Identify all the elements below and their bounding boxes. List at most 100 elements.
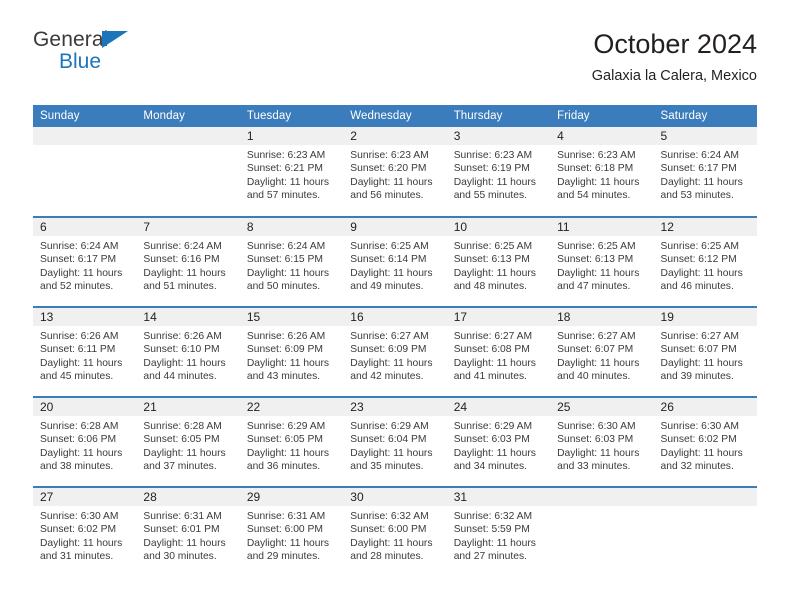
sunset-text: Sunset: 5:59 PM [453,524,530,536]
day-details: Sunrise: 6:23 AM Sunset: 6:21 PM Daylight:… [240,145,343,202]
day-details: Sunrise: 6:24 AM Sunset: 6:15 PM Daylight:… [240,236,343,293]
sunrise-text: Sunrise: 6:30 AM [557,421,636,432]
day-number: 23 [343,398,447,416]
calendar-day-cell[interactable]: 4 Sunrise: 6:23 AM Sunset: 6:18 PM Daylight… [550,127,654,217]
day-details: Sunrise: 6:24 AM Sunset: 6:17 PM Daylight:… [33,236,136,293]
day-number: 24 [446,398,551,416]
calendar-day-cell[interactable]: 26 Sunrise: 6:30 AM Sunset: 6:02 PM Dayligh… [653,396,757,487]
day-number: 19 [653,308,757,326]
day-details: Sunrise: 6:27 AM Sunset: 6:09 PM Daylight:… [343,326,446,383]
day-number: 2 [343,127,447,145]
calendar-day-cell[interactable]: 6 Sunrise: 6:24 AM Sunset: 6:17 PM Daylight… [33,216,137,307]
weekday-header-monday: Monday [136,105,240,127]
sunset-text: Sunset: 6:07 PM [660,344,737,356]
calendar-day-cell[interactable]: 7 Sunrise: 6:24 AM Sunset: 6:16 PM Daylight… [136,216,240,307]
daylight-text: Daylight: 11 hours and 34 minutes. [453,447,536,472]
daylight-text: Daylight: 11 hours and 39 minutes. [660,357,743,382]
day-details: Sunrise: 6:25 AM Sunset: 6:13 PM Daylight:… [447,236,550,293]
daylight-text: Daylight: 11 hours and 50 minutes. [246,267,330,292]
calendar-day-cell[interactable]: 5 Sunrise: 6:24 AM Sunset: 6:17 PM Daylight… [653,127,757,217]
calendar-day-cell[interactable]: 28 Sunrise: 6:31 AM Sunset: 6:01 PM Dayligh… [136,486,240,577]
calendar-day-cell-empty [33,127,137,217]
sunset-text: Sunset: 6:19 PM [453,163,530,175]
calendar-day-cell[interactable]: 2 Sunrise: 6:23 AM Sunset: 6:20 PM Daylight… [343,127,447,217]
calendar-day-cell[interactable]: 10 Sunrise: 6:25 AM Sunset: 6:13 PM Dayligh… [446,216,551,307]
daylight-text: Daylight: 11 hours and 28 minutes. [350,537,433,562]
sunset-text: Sunset: 6:03 PM [453,434,530,446]
sunrise-text: Sunrise: 6:26 AM [143,331,222,342]
sunset-text: Sunset: 6:07 PM [557,344,634,356]
day-details: Sunrise: 6:27 AM Sunset: 6:07 PM Daylight:… [550,326,653,383]
sunrise-text: Sunrise: 6:32 AM [350,511,429,522]
day-number: 4 [550,127,654,145]
day-number: 17 [446,308,551,326]
sunset-text: Sunset: 6:05 PM [246,434,323,446]
calendar-day-cell[interactable]: 24 Sunrise: 6:29 AM Sunset: 6:03 PM Dayligh… [446,396,551,487]
sunset-text: Sunset: 6:00 PM [246,524,323,536]
day-details: Sunrise: 6:27 AM Sunset: 6:07 PM Daylight:… [654,326,757,383]
calendar-day-cell[interactable]: 11 Sunrise: 6:25 AM Sunset: 6:13 PM Dayligh… [550,216,654,307]
generalblue-logo[interactable]: General Blue [33,28,213,80]
sunrise-text: Sunrise: 6:29 AM [350,421,429,432]
day-details: Sunrise: 6:26 AM Sunset: 6:11 PM Daylight:… [33,326,136,383]
calendar-day-cell[interactable]: 30 Sunrise: 6:32 AM Sunset: 6:00 PM Dayligh… [343,486,447,577]
sunrise-text: Sunrise: 6:24 AM [40,241,119,252]
day-details: Sunrise: 6:30 AM Sunset: 6:02 PM Daylight:… [654,416,757,473]
sunrise-text: Sunrise: 6:31 AM [246,511,326,522]
calendar-day-cell[interactable]: 31 Sunrise: 6:32 AM Sunset: 5:59 PM Dayligh… [446,486,551,577]
day-number: 8 [239,218,344,236]
calendar-day-cell[interactable]: 17 Sunrise: 6:27 AM Sunset: 6:08 PM Dayligh… [446,306,551,397]
calendar-day-cell[interactable]: 27 Sunrise: 6:30 AM Sunset: 6:02 PM Dayligh… [33,486,137,577]
calendar-day-cell[interactable]: 19 Sunrise: 6:27 AM Sunset: 6:07 PM Dayligh… [653,306,757,397]
daylight-text: Daylight: 11 hours and 56 minutes. [350,176,433,201]
day-details: Sunrise: 6:23 AM Sunset: 6:19 PM Daylight:… [447,145,550,202]
day-number: 10 [446,218,551,236]
sunrise-text: Sunrise: 6:28 AM [143,421,222,432]
day-details: Sunrise: 6:27 AM Sunset: 6:08 PM Daylight:… [447,326,550,383]
title-block: October 2024 Galaxia la Calera, Mexico [592,28,757,86]
day-number: 25 [550,398,654,416]
daylight-text: Daylight: 11 hours and 37 minutes. [143,447,226,472]
calendar-day-cell[interactable]: 20 Sunrise: 6:28 AM Sunset: 6:06 PM Dayligh… [33,396,137,487]
day-number: 16 [343,308,447,326]
calendar-day-cell[interactable]: 3 Sunrise: 6:23 AM Sunset: 6:19 PM Daylight… [446,127,551,217]
weekday-header-friday: Friday [550,105,654,127]
calendar-day-cell[interactable]: 21 Sunrise: 6:28 AM Sunset: 6:05 PM Dayligh… [136,396,240,487]
calendar-week-row: 27 Sunrise: 6:30 AM Sunset: 6:02 PM Dayligh… [33,486,757,577]
weekday-header-saturday: Saturday [653,105,757,127]
weekday-header-sunday: Sunday [33,105,137,127]
calendar-day-cell[interactable]: 15 Sunrise: 6:26 AM Sunset: 6:09 PM Dayligh… [239,306,344,397]
calendar-day-cell[interactable]: 23 Sunrise: 6:29 AM Sunset: 6:04 PM Dayligh… [343,396,447,487]
page-header: General Blue October 2024 Galaxia la Cal… [33,28,757,94]
calendar-day-cell[interactable]: 9 Sunrise: 6:25 AM Sunset: 6:14 PM Daylight… [343,216,447,307]
day-number: 14 [136,308,240,326]
calendar-body: 1 Sunrise: 6:23 AM Sunset: 6:21 PM Daylight… [33,127,757,577]
calendar-day-cell-empty [136,127,240,217]
sunset-text: Sunset: 6:02 PM [40,524,117,536]
calendar-day-cell[interactable]: 8 Sunrise: 6:24 AM Sunset: 6:15 PM Daylight… [239,216,344,307]
calendar-day-cell[interactable]: 18 Sunrise: 6:27 AM Sunset: 6:07 PM Dayligh… [550,306,654,397]
day-details: Sunrise: 6:25 AM Sunset: 6:13 PM Daylight:… [550,236,653,293]
calendar-day-cell[interactable]: 13 Sunrise: 6:26 AM Sunset: 6:11 PM Dayligh… [33,306,137,397]
day-number: 9 [343,218,447,236]
day-details: Sunrise: 6:25 AM Sunset: 6:14 PM Daylight:… [343,236,446,293]
calendar-week-row: 20 Sunrise: 6:28 AM Sunset: 6:06 PM Dayligh… [33,396,757,487]
calendar-day-cell[interactable]: 12 Sunrise: 6:25 AM Sunset: 6:12 PM Dayligh… [653,216,757,307]
calendar-day-cell[interactable]: 22 Sunrise: 6:29 AM Sunset: 6:05 PM Dayligh… [239,396,344,487]
day-details: Sunrise: 6:26 AM Sunset: 6:10 PM Daylight:… [136,326,239,383]
calendar-day-cell[interactable]: 29 Sunrise: 6:31 AM Sunset: 6:00 PM Dayligh… [239,486,344,577]
day-details: Sunrise: 6:32 AM Sunset: 5:59 PM Daylight:… [447,506,550,563]
calendar-day-cell[interactable]: 16 Sunrise: 6:27 AM Sunset: 6:09 PM Dayligh… [343,306,447,397]
calendar-day-cell[interactable]: 14 Sunrise: 6:26 AM Sunset: 6:10 PM Dayligh… [136,306,240,397]
sunset-text: Sunset: 6:03 PM [557,434,634,446]
daylight-text: Daylight: 11 hours and 30 minutes. [143,537,226,562]
day-details: Sunrise: 6:28 AM Sunset: 6:06 PM Daylight:… [33,416,136,473]
calendar-day-cell[interactable]: 25 Sunrise: 6:30 AM Sunset: 6:03 PM Dayligh… [550,396,654,487]
calendar-day-cell[interactable]: 1 Sunrise: 6:23 AM Sunset: 6:21 PM Daylight… [239,127,344,217]
sunset-text: Sunset: 6:17 PM [660,163,737,175]
logo-text-blue: Blue [59,50,102,73]
day-number: 29 [239,488,344,506]
sunset-text: Sunset: 6:18 PM [557,163,634,175]
day-number: 28 [136,488,240,506]
sunset-text: Sunset: 6:02 PM [660,434,737,446]
